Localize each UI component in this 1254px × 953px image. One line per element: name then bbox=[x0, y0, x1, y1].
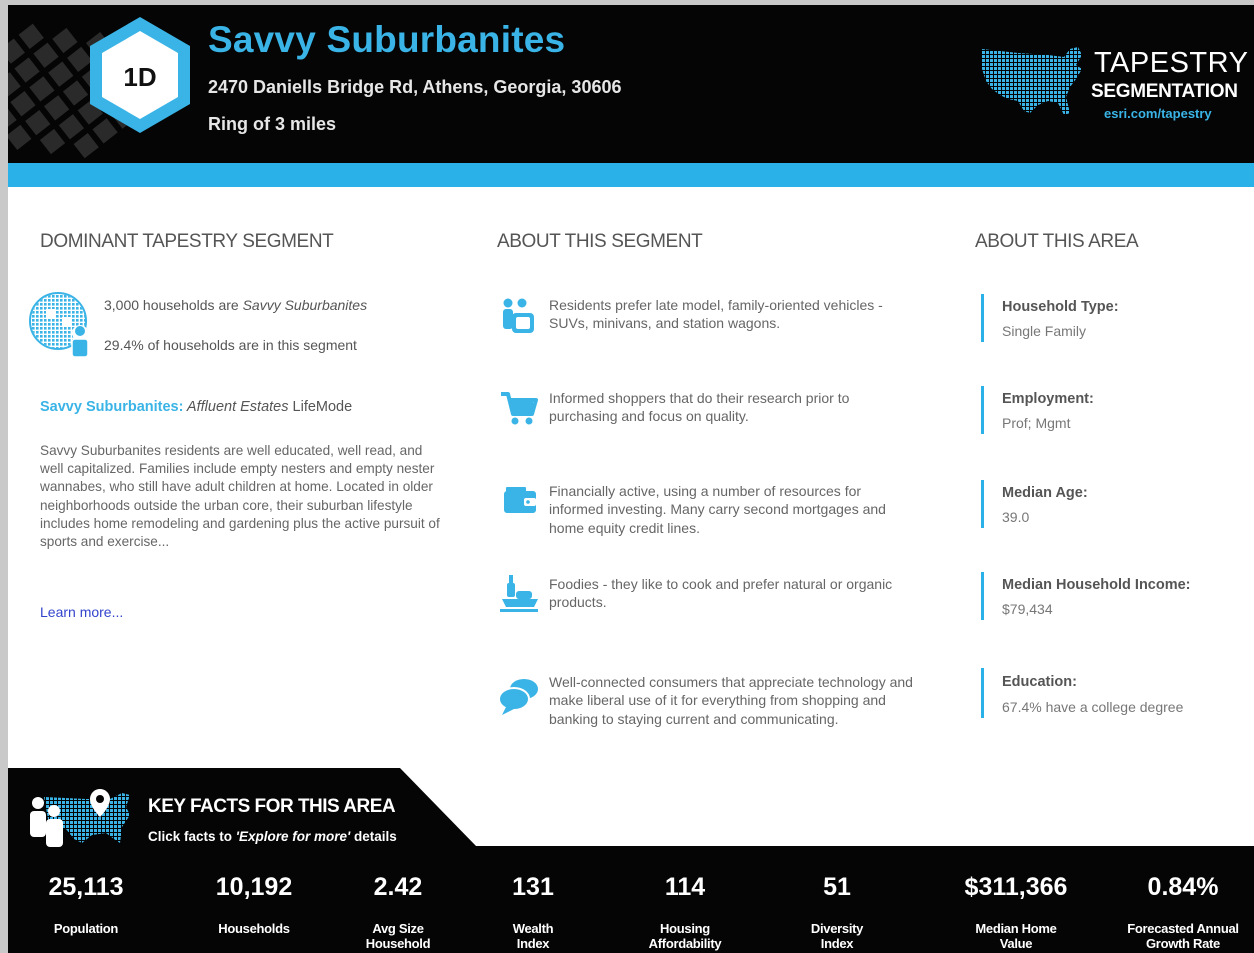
fact-value-growth-rate[interactable]: 0.84% bbox=[1103, 873, 1254, 902]
dominant-heading: DOMINANT TAPESTRY SEGMENT bbox=[40, 231, 334, 252]
area-label-median-age: Median Age: bbox=[1002, 485, 1088, 501]
percent-stat: 29.4% of households are in this segment bbox=[104, 337, 357, 353]
segment-item-financial: Financially active, using a number of re… bbox=[549, 483, 886, 536]
brand-segmentation: SEGMENTATION bbox=[1091, 81, 1238, 102]
brand-tapestry: TAPESTRY bbox=[1094, 47, 1249, 79]
address-text: 2470 Daniells Bridge Rd, Athens, Georgia… bbox=[208, 77, 622, 97]
area-label-employment: Employment: bbox=[1002, 391, 1094, 407]
brand-url-link[interactable]: esri.com/tapestry bbox=[1104, 106, 1212, 121]
households-globe-icon bbox=[29, 292, 89, 358]
segment-item-connected: Well-connected consumers that appreciate… bbox=[549, 674, 913, 727]
fact-value-housing-affordability[interactable]: 114 bbox=[605, 873, 765, 902]
area-label-household-type: Household Type: bbox=[1002, 299, 1119, 315]
area-divider bbox=[981, 668, 984, 718]
area-label-education: Education: bbox=[1002, 674, 1077, 690]
learn-more-link[interactable]: Learn more... bbox=[40, 604, 123, 620]
area-heading: ABOUT THIS AREA bbox=[975, 231, 1139, 252]
key-facts-title: KEY FACTS FOR THIS AREA bbox=[148, 796, 396, 817]
segment-item-shoppers: Informed shoppers that do their research… bbox=[549, 390, 850, 425]
food-icon bbox=[500, 575, 538, 612]
key-facts-footer: KEY FACTS FOR THIS AREA Click facts to '… bbox=[8, 768, 1254, 953]
segment-badge-icon: 1D bbox=[90, 17, 190, 133]
fact-value-median-home-value[interactable]: $311,366 bbox=[936, 873, 1096, 902]
key-facts-people-map-icon bbox=[30, 789, 130, 847]
area-label-median-income: Median Household Income: bbox=[1002, 577, 1191, 593]
family-icon bbox=[503, 298, 534, 333]
segment-heading: ABOUT THIS SEGMENT bbox=[497, 231, 703, 252]
shopping-cart-icon bbox=[501, 392, 538, 425]
segment-item-vehicles: Residents prefer late model, family-orie… bbox=[549, 297, 883, 332]
fact-label-housing-affordability[interactable]: Housing Affordability bbox=[605, 921, 765, 951]
lifemode-line: Savvy Suburbanites: Affluent Estates Lif… bbox=[40, 399, 353, 415]
fact-label-diversity-index[interactable]: Diversity Index bbox=[757, 921, 917, 951]
header: 1D Savvy Suburbanites 2470 Daniells Brid… bbox=[8, 5, 1254, 165]
area-value-employment: Prof; Mgmt bbox=[1002, 415, 1071, 431]
area-value-education: 67.4% have a college degree bbox=[1002, 699, 1184, 715]
accent-bar bbox=[8, 163, 1254, 187]
fact-label-wealth-index[interactable]: Wealth Index bbox=[453, 921, 613, 951]
area-divider bbox=[981, 386, 984, 434]
segment-title: Savvy Suburbanites bbox=[208, 19, 566, 60]
fact-value-households[interactable]: 10,192 bbox=[174, 873, 334, 902]
area-divider bbox=[981, 480, 984, 528]
fact-label-households[interactable]: Households bbox=[174, 921, 334, 936]
key-facts-subtitle: Click facts to 'Explore for more' detail… bbox=[148, 829, 397, 844]
area-divider bbox=[981, 572, 984, 620]
tapestry-infographic: 1D Savvy Suburbanites 2470 Daniells Brid… bbox=[8, 5, 1254, 953]
area-value-household-type: Single Family bbox=[1002, 323, 1087, 339]
chat-bubbles-icon bbox=[498, 679, 538, 715]
fact-value-population[interactable]: 25,113 bbox=[8, 873, 166, 902]
fact-value-wealth-index[interactable]: 131 bbox=[453, 873, 613, 902]
segment-description: Savvy Suburbanites residents are well ed… bbox=[40, 443, 440, 550]
fact-label-population[interactable]: Population bbox=[8, 921, 166, 936]
area-value-median-age: 39.0 bbox=[1002, 509, 1030, 525]
area-value-median-income: $79,434 bbox=[1002, 601, 1053, 617]
segment-item-foodies: Foodies - they like to cook and prefer n… bbox=[549, 576, 893, 611]
us-map-logo-icon bbox=[982, 47, 1082, 115]
fact-label-median-home-value[interactable]: Median Home Value bbox=[936, 921, 1096, 951]
ring-text: Ring of 3 miles bbox=[208, 114, 337, 134]
wallet-icon bbox=[504, 487, 536, 513]
segment-badge-text: 1D bbox=[123, 62, 156, 92]
households-stat: 3,000 households are Savvy Suburbanites bbox=[104, 297, 368, 313]
fact-value-diversity-index[interactable]: 51 bbox=[757, 873, 917, 902]
fact-label-growth-rate[interactable]: Forecasted Annual Growth Rate bbox=[1103, 921, 1254, 951]
area-divider bbox=[981, 294, 984, 342]
